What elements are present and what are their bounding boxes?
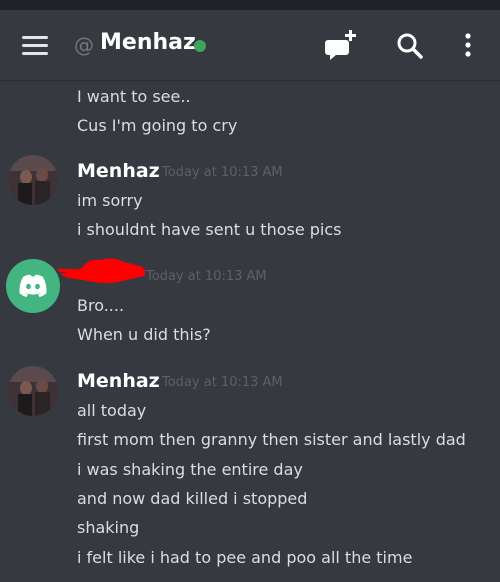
message-text: i was shaking the entire day — [77, 460, 303, 479]
message-text: i shouldnt have sent u those pics — [77, 220, 342, 239]
redaction-scribble — [57, 258, 146, 284]
more-options-icon[interactable] — [452, 28, 488, 64]
search-icon[interactable] — [392, 28, 428, 64]
message-author[interactable]: Menhaz — [77, 160, 160, 182]
message-text: I want to see.. — [77, 87, 191, 106]
message-text: When u did this? — [77, 325, 211, 344]
at-symbol: @ — [74, 33, 94, 57]
message-timestamp: Today at 10:13 AM — [162, 375, 283, 390]
message-text: all today — [77, 401, 147, 420]
message-text: i felt like i had to pee and poo all the… — [77, 548, 413, 567]
message-text: and now dad killed i stopped — [77, 489, 308, 508]
add-friend-icon[interactable] — [322, 28, 358, 64]
status-bar — [0, 0, 500, 10]
discord-avatar-icon[interactable] — [6, 259, 60, 313]
avatar[interactable] — [8, 366, 58, 416]
message-text: Cus I'm going to cry — [77, 116, 238, 135]
avatar[interactable] — [8, 155, 58, 205]
message-text: Bro.... — [77, 296, 125, 315]
message-timestamp: Today at 10:13 AM — [146, 269, 267, 284]
message-author[interactable]: Menhaz — [77, 370, 160, 392]
message-timestamp: Today at 10:13 AM — [162, 165, 283, 180]
online-status-icon — [194, 40, 206, 52]
message-text: first mom then granny then sister and la… — [77, 430, 466, 449]
channel-header: @ Menhaz — [0, 10, 500, 81]
page-title[interactable]: Menhaz — [100, 30, 196, 55]
message-text: im sorry — [77, 191, 143, 210]
menu-icon[interactable] — [22, 36, 48, 56]
message-text: shaking — [77, 518, 140, 537]
